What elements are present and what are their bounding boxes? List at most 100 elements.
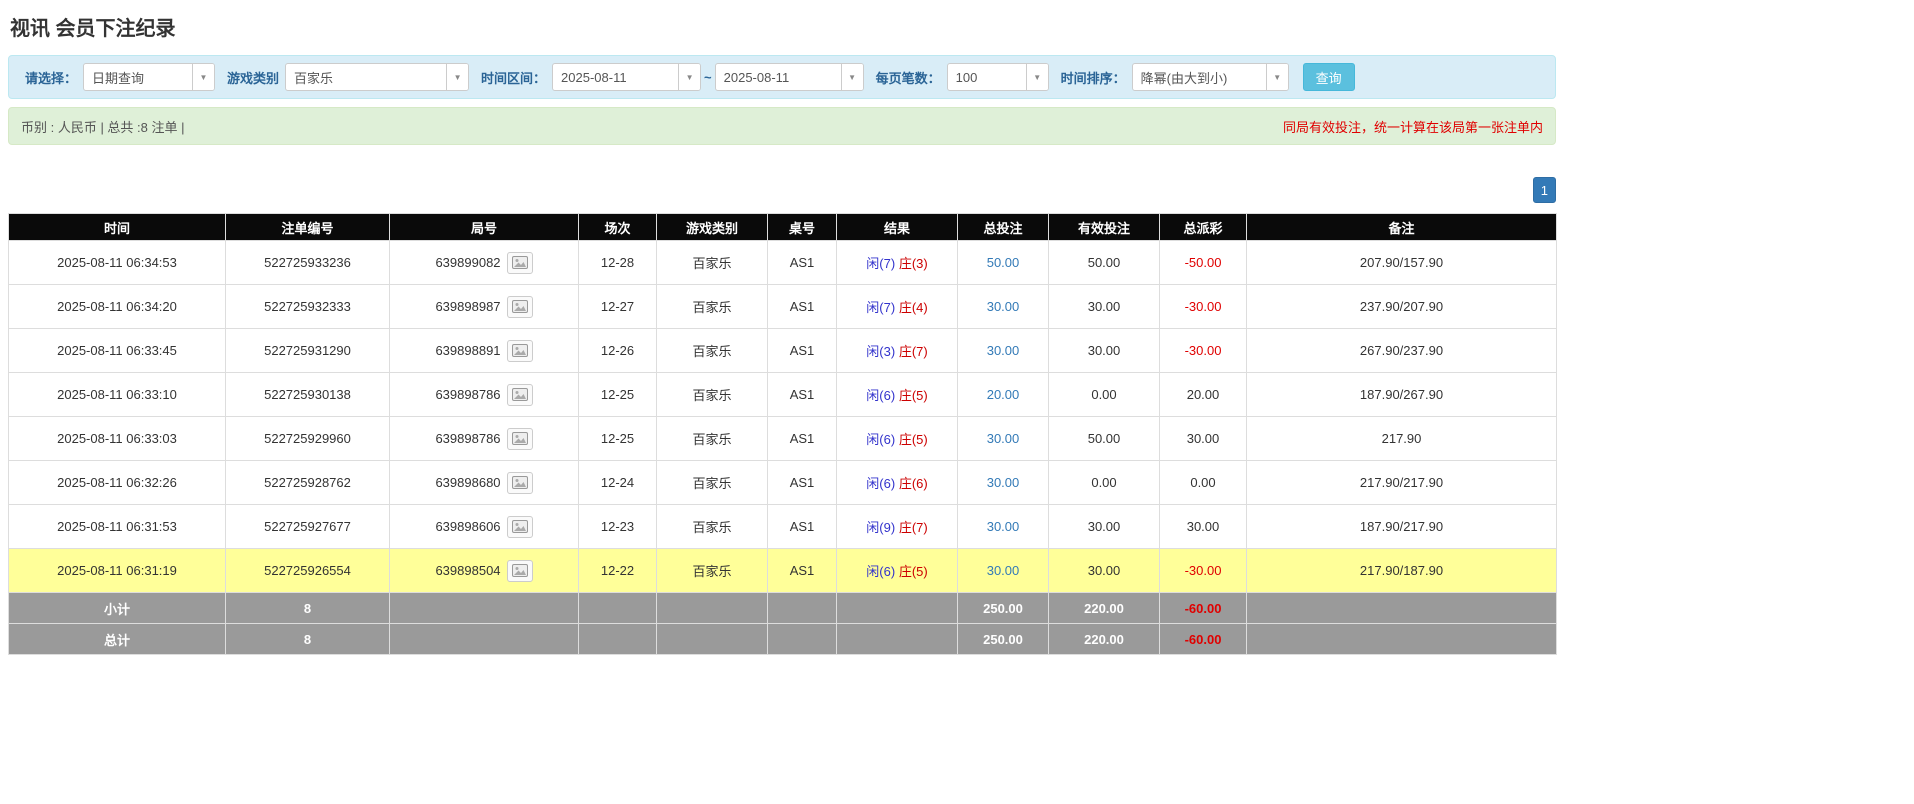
video-replay-button[interactable] [507,252,533,274]
chevron-down-icon[interactable]: ▼ [678,64,700,90]
game-type-cell: 百家乐 [657,329,768,373]
footer-total-bet-cell: 250.00 [958,593,1049,624]
video-replay-button[interactable] [507,296,533,318]
valid-bet-cell: 30.00 [1049,505,1160,549]
query-type-dropdown[interactable]: 日期查询 ▼ [83,63,215,91]
video-replay-button[interactable] [507,472,533,494]
banker-result: 庄(7) [899,520,928,535]
banker-result: 庄(5) [899,432,928,447]
round-id: 639898891 [435,343,500,358]
result-cell: 闲(6) 庄(6) [837,461,958,505]
video-record-icon [512,344,528,357]
player-result: 闲(3) [866,344,895,359]
footer-payout-cell: -60.00 [1160,624,1247,655]
round-cell: 639899082 [390,241,579,285]
page: 视讯 会员下注纪录 请选择： 日期查询 ▼ 游戏类别 百家乐 ▼ 时间区间： 2… [0,0,1564,655]
page-1-button[interactable]: 1 [1533,177,1556,203]
search-button[interactable]: 查询 [1303,63,1355,91]
chevron-down-icon[interactable]: ▼ [1026,64,1048,90]
chevron-down-icon[interactable]: ▼ [841,64,863,90]
sort-order-dropdown[interactable]: 降幂(由大到小) ▼ [1132,63,1289,91]
video-replay-button[interactable] [507,428,533,450]
video-replay-button[interactable] [507,560,533,582]
round-cell: 639898891 [390,329,579,373]
total-bet-cell: 30.00 [958,285,1049,329]
column-header: 局号 [390,214,579,241]
video-record-icon [512,300,528,313]
session-cell: 12-27 [579,285,657,329]
per-page-value: 100 [948,64,1026,90]
total-bet-link[interactable]: 30.00 [987,475,1020,490]
date-from-dropdown[interactable]: 2025-08-11 ▼ [552,63,701,91]
footer-count-cell: 8 [226,593,390,624]
video-record-icon [512,520,528,533]
footer-empty-cell [390,624,579,655]
query-type-label: 请选择： [25,68,77,87]
total-bet-link[interactable]: 50.00 [987,255,1020,270]
footer-empty-cell [579,624,657,655]
date-to-dropdown[interactable]: 2025-08-11 ▼ [715,63,864,91]
session-cell: 12-22 [579,549,657,593]
result-cell: 闲(6) 庄(5) [837,549,958,593]
table-row: 2025-08-11 06:33:03522725929960639898786… [9,417,1557,461]
round-cell: 639898987 [390,285,579,329]
table-row: 2025-08-11 06:31:19522725926554639898504… [9,549,1557,593]
note-cell: 217.90 [1247,417,1557,461]
table-row: 2025-08-11 06:31:53522725927677639898606… [9,505,1557,549]
column-header: 备注 [1247,214,1557,241]
valid-bet-cell: 50.00 [1049,417,1160,461]
notice-text: 同局有效投注，统一计算在该局第一张注单内 [1283,117,1543,136]
note-cell: 217.90/217.90 [1247,461,1557,505]
table-no-cell: AS1 [768,373,837,417]
player-result: 闲(7) [866,256,895,271]
game-type-cell: 百家乐 [657,461,768,505]
time-cell: 2025-08-11 06:32:26 [9,461,226,505]
banker-result: 庄(5) [899,564,928,579]
footer-note-cell [1247,624,1557,655]
total-bet-link[interactable]: 30.00 [987,563,1020,578]
per-page-label: 每页笔数： [876,68,941,87]
time-range-label: 时间区间： [481,68,546,87]
round-cell: 639898786 [390,417,579,461]
banker-result: 庄(3) [899,256,928,271]
game-type-dropdown[interactable]: 百家乐 ▼ [285,63,469,91]
video-replay-button[interactable] [507,516,533,538]
footer-valid-bet-cell: 220.00 [1049,593,1160,624]
chevron-down-icon[interactable]: ▼ [446,64,468,90]
valid-bet-cell: 30.00 [1049,329,1160,373]
session-cell: 12-26 [579,329,657,373]
total-bet-link[interactable]: 20.00 [987,387,1020,402]
round-id: 639899082 [435,255,500,270]
total-bet-link[interactable]: 30.00 [987,343,1020,358]
footer-empty-cell [837,624,958,655]
video-replay-button[interactable] [507,384,533,406]
round-wrap: 639898680 [435,472,532,494]
total-bet-link[interactable]: 30.00 [987,299,1020,314]
payout-cell: -50.00 [1160,241,1247,285]
game-type-cell: 百家乐 [657,417,768,461]
footer-empty-cell [579,593,657,624]
per-page-dropdown[interactable]: 100 ▼ [947,63,1049,91]
game-type-cell: 百家乐 [657,285,768,329]
footer-empty-cell [768,593,837,624]
session-cell: 12-25 [579,373,657,417]
chevron-down-icon[interactable]: ▼ [192,64,214,90]
payout-cell: 30.00 [1160,417,1247,461]
video-replay-button[interactable] [507,340,533,362]
round-id: 639898606 [435,519,500,534]
player-result: 闲(6) [866,388,895,403]
video-record-icon [512,476,528,489]
total-bet-link[interactable]: 30.00 [987,519,1020,534]
time-cell: 2025-08-11 06:33:45 [9,329,226,373]
sort-order-label: 时间排序： [1061,68,1126,87]
range-separator: ~ [704,70,712,85]
footer-empty-cell [837,593,958,624]
valid-bet-cell: 0.00 [1049,461,1160,505]
chevron-down-icon[interactable]: ▼ [1266,64,1288,90]
total-bet-link[interactable]: 30.00 [987,431,1020,446]
table-no-cell: AS1 [768,329,837,373]
total-bet-cell: 30.00 [958,461,1049,505]
footer-label-cell: 总计 [9,624,226,655]
note-cell: 217.90/187.90 [1247,549,1557,593]
bet-records-table: 时间注单编号局号场次游戏类别桌号结果总投注有效投注总派彩备注 2025-08-1… [8,213,1557,655]
